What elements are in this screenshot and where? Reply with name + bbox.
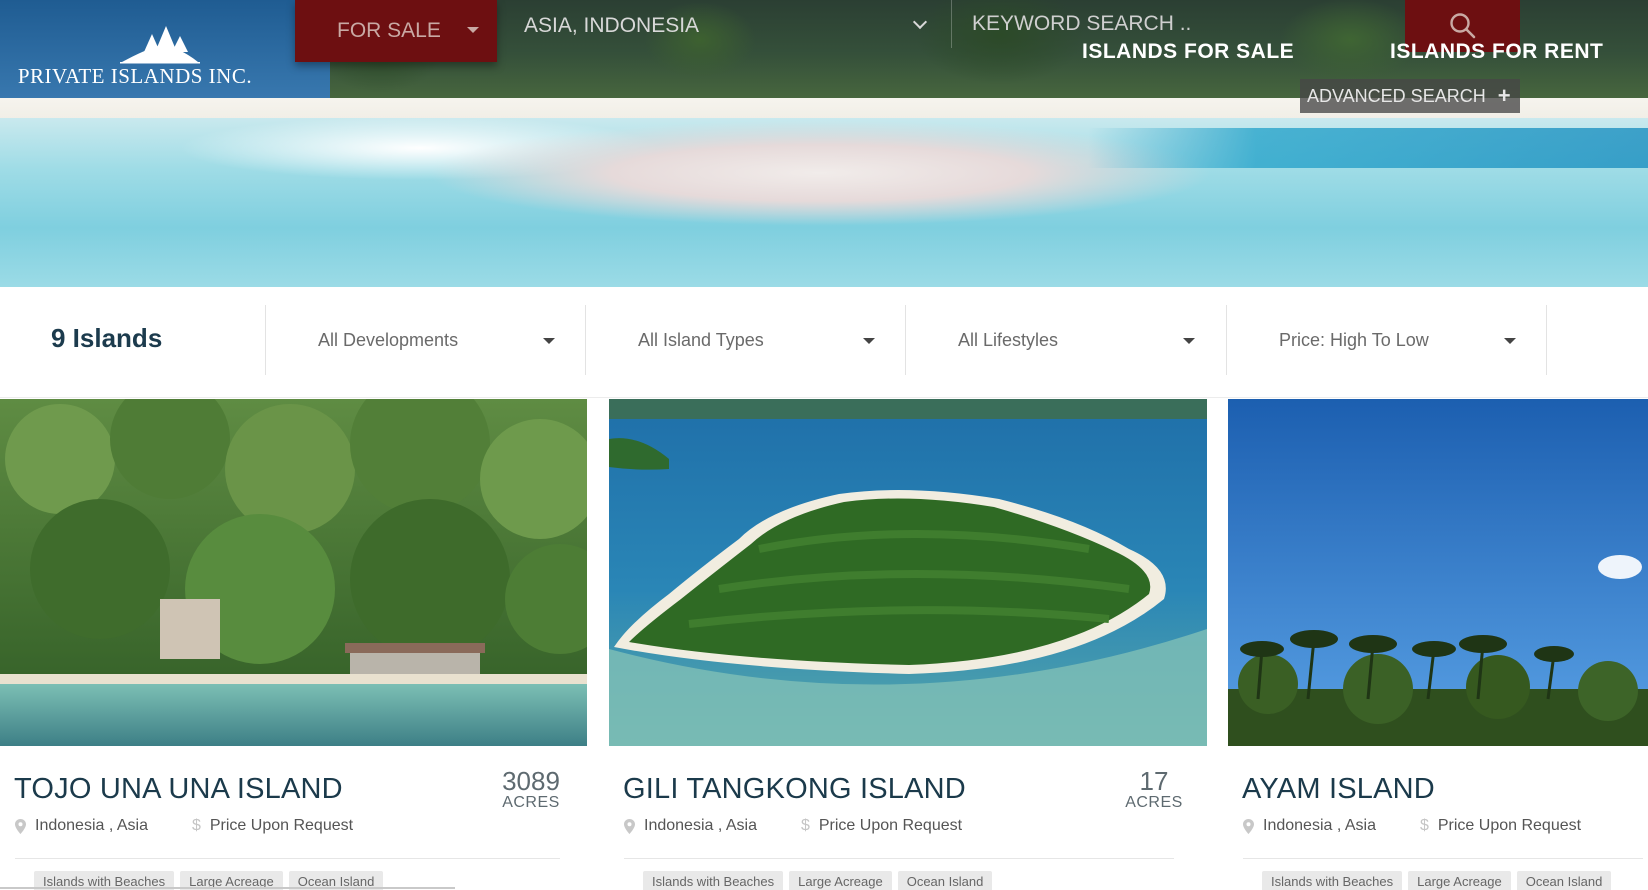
listing-photo[interactable]: [609, 399, 1207, 746]
listing-photo[interactable]: [0, 399, 587, 746]
brand-name: PRIVATE ISLANDS INC.: [17, 64, 253, 88]
lifestyles-filter-label: All Lifestyles: [958, 329, 1059, 350]
chevron-down-icon: [912, 14, 928, 30]
search-icon: [1449, 13, 1475, 39]
island-types-filter[interactable]: All Island Types: [585, 305, 905, 375]
horizontal-scrollbar[interactable]: [0, 887, 455, 889]
tag[interactable]: Ocean Island: [897, 871, 993, 890]
listing-meta: Indonesia , Asia $ Price Upon Request: [624, 817, 962, 835]
filter-bar: 9 Islands All Developments All Island Ty…: [0, 287, 1648, 398]
lifestyles-filter[interactable]: All Lifestyles: [905, 305, 1225, 375]
listing-meta: Indonesia , Asia $ Price Upon Request: [15, 817, 353, 835]
acreage-unit: ACRES: [1125, 794, 1183, 811]
acreage-unit: ACRES: [502, 794, 560, 811]
listing-card[interactable]: AYAM ISLAND Indonesia , Asia $ Price Upo…: [1228, 399, 1648, 890]
developments-filter-label: All Developments: [318, 329, 459, 350]
listing-location: Indonesia , Asia: [644, 817, 757, 834]
listing-price: Price Upon Request: [209, 817, 354, 834]
listing-acreage: 3089 ACRES: [496, 768, 566, 812]
results-count: 9 Islands: [51, 323, 163, 353]
listing-photo-image: [609, 399, 1207, 746]
listing-photo[interactable]: [1228, 399, 1648, 746]
caret-down-icon: [1504, 338, 1516, 344]
dollar-icon: $: [191, 817, 201, 834]
listing-title[interactable]: AYAM ISLAND: [1242, 773, 1435, 806]
listing-photo-image: [0, 399, 587, 746]
tag[interactable]: Large Acreage: [789, 871, 892, 890]
listing-location: Indonesia , Asia: [35, 817, 148, 834]
dollar-icon: $: [1419, 817, 1429, 834]
advanced-search-button[interactable]: ADVANCED SEARCH +: [1300, 79, 1520, 113]
acreage-value: 3089: [502, 766, 560, 796]
tag[interactable]: Islands with Beaches: [643, 871, 784, 890]
listing-price: Price Upon Request: [818, 817, 963, 834]
caret-down-icon: [863, 338, 875, 344]
plus-icon: +: [1497, 83, 1511, 108]
sort-select[interactable]: Price: High To Low: [1226, 305, 1546, 375]
listing-acreage: 17 ACRES: [1119, 768, 1189, 812]
location-select[interactable]: ASIA, INDONESIA: [497, 0, 951, 52]
listing-title[interactable]: TOJO UNA UNA ISLAND: [14, 773, 343, 806]
tag[interactable]: Islands with Beaches: [1262, 871, 1403, 890]
islands-for-sale-link[interactable]: ISLANDS FOR SALE: [1082, 40, 1294, 64]
listing-title[interactable]: GILI TANGKONG ISLAND: [623, 773, 966, 806]
listing-tags: Islands with Beaches Large Acreage Ocean…: [1262, 871, 1612, 890]
caret-down-icon: [467, 27, 479, 33]
card-divider: [624, 858, 1174, 859]
sort-select-label: Price: High To Low: [1279, 329, 1429, 350]
map-pin-icon: [624, 818, 635, 834]
listing-tags: Islands with Beaches Large Acreage Ocean…: [643, 871, 993, 890]
islands-for-rent-link[interactable]: ISLANDS FOR RENT: [1390, 40, 1603, 64]
listing-location: Indonesia , Asia: [1263, 817, 1376, 834]
listing-price: Price Upon Request: [1437, 817, 1582, 834]
card-divider: [1243, 858, 1643, 859]
card-divider: [15, 858, 560, 859]
island-trees-logo-icon: [120, 26, 200, 64]
acreage-value: 17: [1139, 766, 1169, 796]
listing-card[interactable]: GILI TANGKONG ISLAND 17 ACRES Indonesia …: [609, 399, 1207, 890]
hero-banner: PRIVATE ISLANDS INC. FOR SALE ASIA, INDO…: [0, 0, 1648, 287]
hero-deep-water: [1088, 128, 1648, 168]
caret-down-icon: [1183, 338, 1195, 344]
developments-filter[interactable]: All Developments: [265, 305, 585, 375]
location-value: ASIA, INDONESIA: [524, 14, 700, 37]
dollar-icon: $: [800, 817, 810, 834]
tag[interactable]: Ocean Island: [1516, 871, 1612, 890]
advanced-search-label: ADVANCED SEARCH: [1307, 85, 1486, 106]
island-types-filter-label: All Island Types: [638, 329, 764, 350]
tag[interactable]: Large Acreage: [1408, 871, 1511, 890]
listing-type-select[interactable]: FOR SALE: [295, 0, 497, 62]
listing-card[interactable]: TOJO UNA UNA ISLAND 3089 ACRES Indonesia…: [0, 399, 587, 890]
filter-divider: [1546, 305, 1547, 375]
map-pin-icon: [1243, 818, 1254, 834]
listing-meta: Indonesia , Asia $ Price Upon Request: [1243, 817, 1581, 835]
brand-logo[interactable]: PRIVATE ISLANDS INC.: [6, 20, 264, 88]
map-pin-icon: [15, 818, 26, 834]
listing-type-value: FOR SALE: [337, 19, 441, 42]
listing-photo-image: [1228, 399, 1648, 746]
caret-down-icon: [543, 338, 555, 344]
